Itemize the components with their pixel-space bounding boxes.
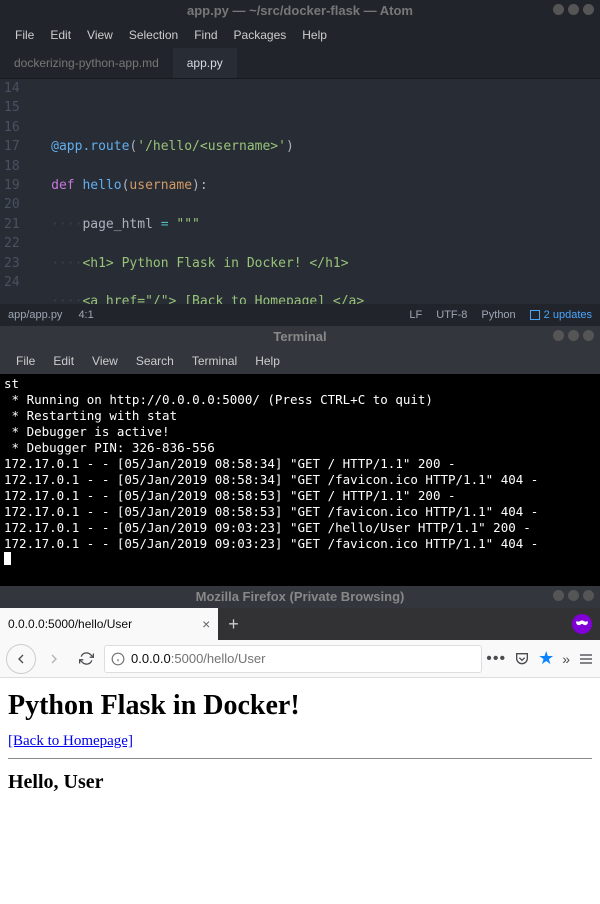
terminal-content[interactable]: st * Running on http://0.0.0.0:5000/ (Pr… [0,374,600,586]
menu-search[interactable]: Search [128,350,182,372]
terminal-window: Terminal File Edit View Search Terminal … [0,326,600,586]
firefox-window: Mozilla Firefox (Private Browsing) 0.0.0… [0,586,600,904]
maximize-icon[interactable] [568,330,579,341]
term-line: 172.17.0.1 - - [05/Jan/2019 08:58:53] "G… [4,504,596,520]
gutter: 1415161718192021222324 [0,79,28,304]
private-browsing-icon [572,614,592,634]
status-encoding[interactable]: UTF-8 [436,309,467,321]
page-subheading: Hello, User [8,771,592,794]
close-icon[interactable] [583,4,594,15]
term-line: * Restarting with stat [4,408,596,424]
menu-file[interactable]: File [8,350,43,372]
menu-view[interactable]: View [84,350,126,372]
tab-dockerizing[interactable]: dockerizing-python-app.md [0,48,173,78]
status-path[interactable]: app/app.py [8,309,62,321]
page-actions-icon[interactable]: ••• [486,650,506,668]
browser-tab[interactable]: 0.0.0.0:5000/hello/User × [0,608,218,640]
atom-statusbar: app/app.py 4:1 LF UTF-8 Python 2 updates [0,304,600,326]
menu-file[interactable]: File [8,24,41,46]
term-line: * Running on http://0.0.0.0:5000/ (Press… [4,392,596,408]
back-home-link[interactable]: [Back to Homepage] [8,733,133,749]
menu-help[interactable]: Help [247,350,288,372]
tab-app-py[interactable]: app.py [173,48,237,78]
atom-window-controls [553,4,594,15]
new-tab-button[interactable]: + [218,614,249,635]
close-icon[interactable] [583,330,594,341]
menu-icon[interactable] [578,651,594,667]
status-lang[interactable]: Python [481,309,515,321]
back-button[interactable] [6,644,36,674]
terminal-window-controls [553,330,594,341]
maximize-icon[interactable] [568,590,579,601]
editor[interactable]: 1415161718192021222324 @app.route('/hell… [0,79,600,304]
url-bar[interactable]: 0.0.0.0:5000/hello/User [104,645,482,673]
divider [8,758,592,759]
term-line: st [4,376,596,392]
code-area[interactable]: @app.route('/hello/<username>') def hell… [28,79,600,304]
page-heading: Python Flask in Docker! [8,690,592,722]
menu-find[interactable]: Find [187,24,224,46]
term-line: 172.17.0.1 - - [05/Jan/2019 08:58:34] "G… [4,456,596,472]
bookmark-star-icon[interactable]: ★ [538,648,554,669]
page-content: Python Flask in Docker! [Back to Homepag… [0,678,600,904]
atom-titlebar: app.py — ~/src/docker-flask — Atom [0,0,600,22]
menu-selection[interactable]: Selection [122,24,185,46]
terminal-title: Terminal [273,329,326,344]
url-path: :5000/hello/User [171,651,266,666]
term-line: * Debugger PIN: 326-836-556 [4,440,596,456]
menu-edit[interactable]: Edit [43,24,78,46]
minimize-icon[interactable] [553,590,564,601]
menu-terminal[interactable]: Terminal [184,350,245,372]
updates-icon [530,310,540,320]
menu-packages[interactable]: Packages [227,24,294,46]
overflow-icon[interactable]: » [562,651,570,667]
term-line: 172.17.0.1 - - [05/Jan/2019 08:58:34] "G… [4,472,596,488]
menu-help[interactable]: Help [295,24,334,46]
atom-title: app.py — ~/src/docker-flask — Atom [187,3,413,18]
firefox-tabbar: 0.0.0.0:5000/hello/User × + [0,608,600,640]
term-line: * Debugger is active! [4,424,596,440]
firefox-title: Mozilla Firefox (Private Browsing) [196,589,405,604]
term-line: 172.17.0.1 - - [05/Jan/2019 08:58:53] "G… [4,488,596,504]
firefox-window-controls [553,590,594,601]
tab-close-icon[interactable]: × [202,616,210,632]
status-cursor[interactable]: 4:1 [78,309,93,321]
tab-label: 0.0.0.0:5000/hello/User [8,617,132,631]
info-icon[interactable] [111,652,125,666]
close-icon[interactable] [583,590,594,601]
firefox-titlebar: Mozilla Firefox (Private Browsing) [0,586,600,608]
pocket-icon[interactable] [514,651,530,667]
url-host: 0.0.0.0 [131,651,171,666]
status-updates[interactable]: 2 updates [530,309,592,321]
term-line: 172.17.0.1 - - [05/Jan/2019 09:03:23] "G… [4,520,596,536]
forward-button[interactable] [40,645,68,673]
minimize-icon[interactable] [553,330,564,341]
terminal-menubar: File Edit View Search Terminal Help [0,348,600,374]
toolbar-right: ••• ★ » [486,648,594,669]
terminal-titlebar: Terminal [0,326,600,348]
menu-edit[interactable]: Edit [45,350,82,372]
atom-window: app.py — ~/src/docker-flask — Atom File … [0,0,600,326]
firefox-toolbar: 0.0.0.0:5000/hello/User ••• ★ » [0,640,600,678]
term-line: 172.17.0.1 - - [05/Jan/2019 09:03:23] "G… [4,536,596,552]
maximize-icon[interactable] [568,4,579,15]
menu-view[interactable]: View [80,24,120,46]
minimize-icon[interactable] [553,4,564,15]
status-lf[interactable]: LF [409,309,422,321]
atom-menubar: File Edit View Selection Find Packages H… [0,22,600,48]
reload-button[interactable] [72,645,100,673]
atom-tabs: dockerizing-python-app.md app.py [0,48,600,79]
cursor-icon [4,552,11,565]
